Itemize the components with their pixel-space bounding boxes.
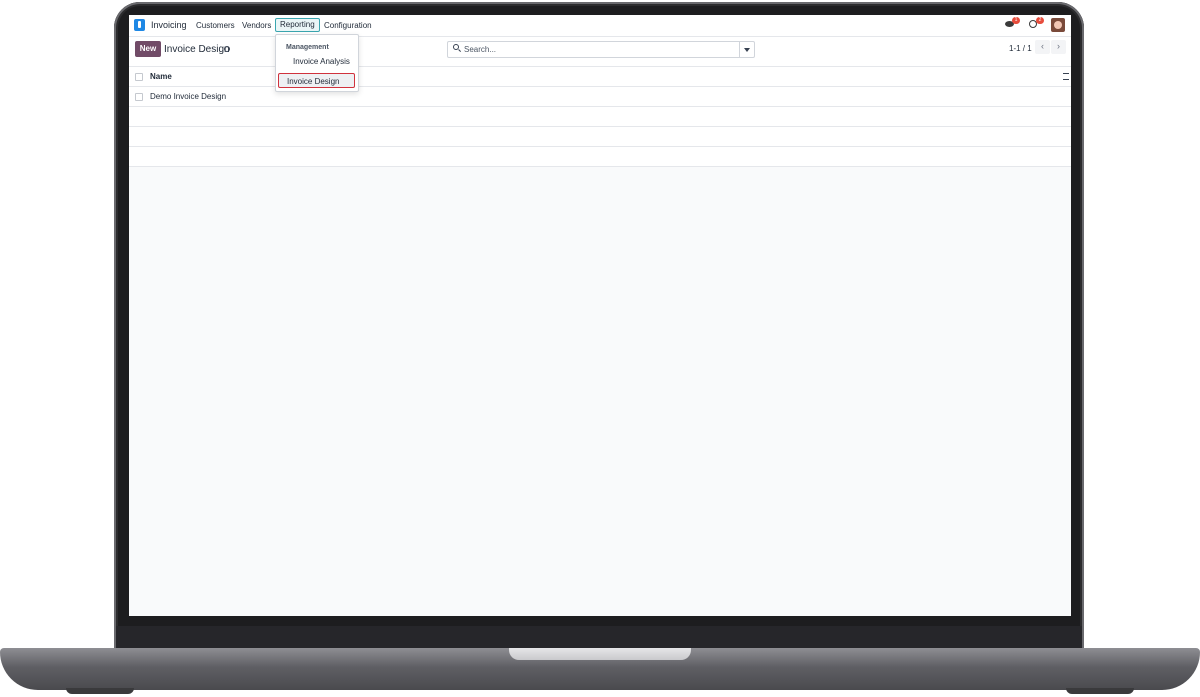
page-title: Invoice Design (164, 44, 230, 55)
select-all-checkbox[interactable] (135, 73, 143, 81)
empty-row (129, 107, 1071, 127)
app-name[interactable]: Invoicing (151, 20, 187, 30)
menu-reporting[interactable]: Reporting (275, 18, 320, 32)
pager-next-button[interactable]: › (1051, 40, 1066, 54)
pager-previous-button[interactable]: ‹ (1035, 40, 1050, 54)
empty-row (129, 147, 1071, 167)
row-name[interactable]: Demo Invoice Design (150, 92, 226, 101)
activities-badge: 2 (1036, 17, 1044, 24)
activities-icon[interactable]: 2 (1029, 17, 1044, 29)
reporting-dropdown: Management Invoice Analysis Invoice Desi… (275, 34, 359, 92)
laptop-foot-left (66, 688, 134, 694)
invoicing-app-icon[interactable] (134, 19, 145, 31)
messages-icon[interactable]: 1 (1005, 17, 1020, 29)
menu-configuration[interactable]: Configuration (324, 21, 372, 30)
messages-badge: 1 (1012, 17, 1020, 24)
table-row[interactable]: Demo Invoice Design (129, 87, 1071, 107)
row-checkbox[interactable] (135, 93, 143, 101)
app-screen: Invoicing Customers Vendors Reporting Co… (129, 15, 1071, 616)
laptop-bezel-bottom (116, 626, 1082, 650)
user-avatar[interactable] (1051, 18, 1065, 32)
search-input[interactable] (464, 43, 734, 55)
menu-customers[interactable]: Customers (196, 21, 235, 30)
menu-item-invoice-design[interactable]: Invoice Design (278, 73, 355, 88)
menu-vendors[interactable]: Vendors (242, 21, 271, 30)
list-view: Name Demo Invoice Design (129, 67, 1071, 167)
menu-section-management: Management (286, 44, 329, 51)
new-button[interactable]: New (135, 41, 161, 57)
search-bar (447, 41, 755, 58)
laptop-foot-right (1066, 688, 1134, 694)
top-navbar: Invoicing Customers Vendors Reporting Co… (129, 15, 1071, 37)
empty-row (129, 127, 1071, 147)
control-panel: New Invoice Design 1-1 / 1 ‹ › (129, 37, 1071, 67)
column-header-name[interactable]: Name (150, 72, 172, 81)
pager-value[interactable]: 1-1 / 1 (1009, 44, 1032, 53)
laptop-notch (509, 648, 691, 660)
table-header: Name (129, 67, 1071, 87)
optional-columns-icon[interactable] (1063, 73, 1069, 80)
search-icon (453, 44, 462, 53)
gear-icon[interactable] (224, 46, 230, 52)
search-options-toggle[interactable] (739, 42, 754, 57)
menu-item-invoice-analysis[interactable]: Invoice Analysis (293, 57, 350, 66)
